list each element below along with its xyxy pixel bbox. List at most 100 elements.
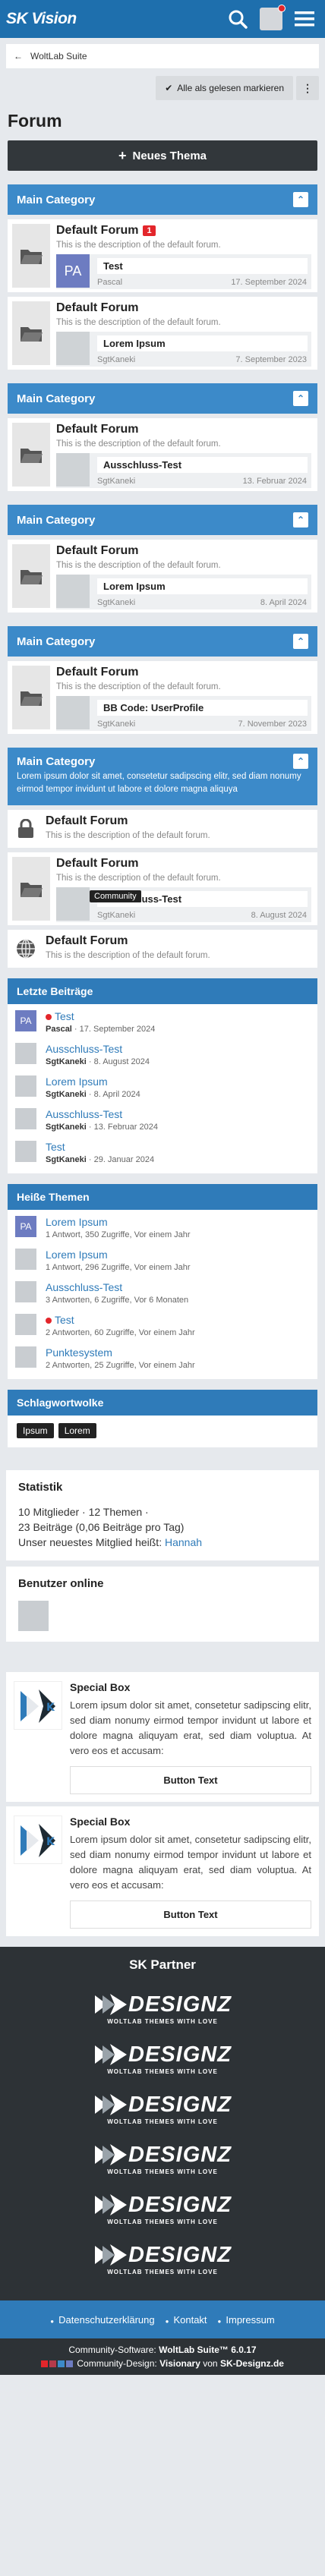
chevron-up-icon[interactable]: ⌃ — [293, 754, 308, 769]
avatar[interactable] — [15, 1281, 36, 1302]
partner-logo[interactable]: DESIGNZ WOLTLAB THEMES WITH LOVE — [0, 1983, 325, 2033]
last-post-title[interactable]: BB Code: UserProfile — [97, 700, 308, 716]
mark-all-read-button[interactable]: ✔ Alle als gelesen markieren — [156, 76, 293, 100]
list-item-title-text[interactable]: Test — [55, 1314, 74, 1326]
list-item-user[interactable]: SgtKaneki — [46, 1090, 87, 1099]
tag[interactable]: Ipsum — [17, 1423, 54, 1438]
board-title-text[interactable]: Default Forum — [56, 224, 138, 238]
forum-board[interactable]: Default Forum This is the description of … — [8, 661, 317, 734]
board-title[interactable]: Default Forum 1 — [56, 224, 311, 238]
tag[interactable]: Lorem — [58, 1423, 96, 1438]
partner-logo[interactable]: DESIGNZ WOLTLAB THEMES WITH LOVE — [0, 2134, 325, 2184]
last-post-title[interactable]: Lorem Ipsum — [97, 578, 308, 594]
last-post-user[interactable]: SgtKaneki — [97, 355, 135, 364]
category-header[interactable]: Main Category ⌃ — [8, 626, 317, 657]
last-post-user[interactable]: SgtKaneki — [97, 911, 135, 920]
newest-member-link[interactable]: Hannah — [165, 1536, 202, 1548]
list-item-title-text[interactable]: Ausschluss-Test — [46, 1043, 122, 1055]
avatar[interactable]: PA — [15, 1216, 36, 1237]
board-title-text[interactable]: Default Forum — [46, 814, 128, 828]
list-item[interactable]: Ausschluss-Test 3 Antworten, 6 Zugriffe, … — [8, 1275, 317, 1308]
footer-link[interactable]: ● Datenschutzerklärung — [50, 2314, 154, 2326]
category-header[interactable]: Main Category ⌃ — [8, 184, 317, 215]
last-post[interactable]: BB Code: UserProfile SgtKaneki 7. November… — [56, 696, 311, 731]
footer-link[interactable]: ● Impressum — [218, 2314, 275, 2326]
board-title-text[interactable]: Default Forum — [46, 934, 128, 948]
new-topic-button[interactable]: + Neues Thema — [8, 140, 317, 171]
list-item-title-text[interactable]: Test — [46, 1141, 65, 1153]
avatar[interactable] — [15, 1249, 36, 1270]
avatar[interactable]: Community — [56, 887, 141, 921]
avatar[interactable] — [56, 696, 90, 729]
last-post[interactable]: Lorem Ipsum SgtKaneki 7. September 2023 — [56, 332, 311, 367]
avatar[interactable] — [18, 1601, 49, 1631]
avatar[interactable]: PA — [15, 1010, 36, 1031]
forum-board[interactable]: Default Forum This is the description of … — [8, 418, 317, 491]
more-options-button[interactable]: ⋮ — [296, 76, 319, 100]
special-button[interactable]: Button Text — [70, 1766, 311, 1794]
list-item-title[interactable]: Lorem Ipsum — [46, 1216, 191, 1228]
list-item-user[interactable]: Pascal — [46, 1025, 72, 1034]
category-header[interactable]: Main Category ⌃ — [8, 505, 317, 535]
list-item-title[interactable]: Lorem Ipsum — [46, 1249, 191, 1261]
list-item-title-text[interactable]: Punktesystem — [46, 1346, 112, 1359]
avatar[interactable] — [15, 1346, 36, 1368]
last-post-user[interactable]: SgtKaneki — [97, 720, 135, 729]
list-item-user[interactable]: SgtKaneki — [46, 1057, 87, 1066]
chevron-up-icon[interactable]: ⌃ — [293, 192, 308, 207]
list-item[interactable]: PA Test Pascal · 17. September 2024 — [8, 1004, 317, 1037]
avatar[interactable] — [15, 1108, 36, 1129]
list-item-title[interactable]: Test — [46, 1010, 155, 1022]
last-post[interactable]: Lorem Ipsum SgtKaneki 8. April 2024 — [56, 575, 311, 609]
list-item-title-text[interactable]: Lorem Ipsum — [46, 1216, 108, 1228]
forum-board[interactable]: Default Forum This is the description of … — [8, 540, 317, 613]
menu-icon[interactable] — [290, 4, 319, 34]
last-post[interactable]: Ausschluss-Test SgtKaneki 13. Februar 2024 — [56, 453, 311, 488]
avatar[interactable] — [56, 332, 90, 365]
forum-board[interactable]: Default Forum This is the description of … — [8, 297, 317, 370]
board-title[interactable]: Default Forum — [46, 814, 311, 828]
last-post[interactable]: PA Test Pascal 17. September 2024 — [56, 254, 311, 289]
list-item-title-text[interactable]: Ausschluss-Test — [46, 1281, 122, 1293]
footer-link[interactable]: ● Kontakt — [166, 2314, 207, 2326]
last-post-user[interactable]: SgtKaneki — [97, 477, 135, 486]
partner-logo[interactable]: DESIGNZ WOLTLAB THEMES WITH LOVE — [0, 2234, 325, 2284]
chevron-up-icon[interactable]: ⌃ — [293, 512, 308, 527]
category-title[interactable]: Main Category — [17, 635, 95, 648]
last-post-title[interactable]: Ausschluss-Test — [97, 457, 308, 473]
list-item-title-text[interactable]: Lorem Ipsum — [46, 1249, 108, 1261]
list-item-title[interactable]: Ausschluss-Test — [46, 1281, 188, 1293]
design-site-link[interactable]: SK-Designz.de — [220, 2358, 284, 2369]
search-icon[interactable] — [223, 4, 252, 34]
list-item-title[interactable]: Lorem Ipsum — [46, 1075, 140, 1088]
list-item-title[interactable]: Ausschluss-Test — [46, 1108, 158, 1120]
board-title[interactable]: Default Forum — [56, 666, 311, 679]
special-button[interactable]: Button Text — [70, 1901, 311, 1929]
board-title[interactable]: Default Forum — [46, 934, 311, 948]
category-header[interactable]: Main Category ⌃ Lorem ipsum dolor sit amet… — [8, 748, 317, 805]
category-title[interactable]: Main Category — [17, 514, 95, 527]
avatar[interactable] — [15, 1141, 36, 1162]
last-post-user[interactable]: Pascal — [97, 278, 122, 287]
last-post-title[interactable]: Lorem Ipsum — [97, 335, 308, 351]
board-title[interactable]: Default Forum — [56, 423, 311, 436]
board-title-text[interactable]: Default Forum — [56, 544, 138, 558]
user-menu[interactable] — [257, 4, 286, 34]
design-name[interactable]: Visionary — [159, 2358, 200, 2369]
chevron-up-icon[interactable]: ⌃ — [293, 391, 308, 406]
list-item-title-text[interactable]: Test — [55, 1010, 74, 1022]
category-title[interactable]: Main Category — [17, 755, 95, 768]
avatar[interactable] — [15, 1075, 36, 1097]
board-title-text[interactable]: Default Forum — [56, 423, 138, 436]
list-item[interactable]: Ausschluss-Test SgtKaneki · 13. Februar 2… — [8, 1102, 317, 1135]
avatar[interactable] — [56, 453, 90, 487]
list-item-user[interactable]: SgtKaneki — [46, 1155, 87, 1164]
list-item-title-text[interactable]: Ausschluss-Test — [46, 1108, 122, 1120]
list-item[interactable]: Lorem Ipsum SgtKaneki · 8. April 2024 — [8, 1069, 317, 1102]
list-item-user[interactable]: SgtKaneki — [46, 1123, 87, 1132]
list-item-title-text[interactable]: Lorem Ipsum — [46, 1075, 108, 1088]
avatar[interactable] — [56, 575, 90, 608]
list-item[interactable]: Ausschluss-Test SgtKaneki · 8. August 202… — [8, 1037, 317, 1069]
list-item-title[interactable]: Ausschluss-Test — [46, 1043, 150, 1055]
list-item[interactable]: Lorem Ipsum 1 Antwort, 296 Zugriffe, Vor … — [8, 1242, 317, 1275]
